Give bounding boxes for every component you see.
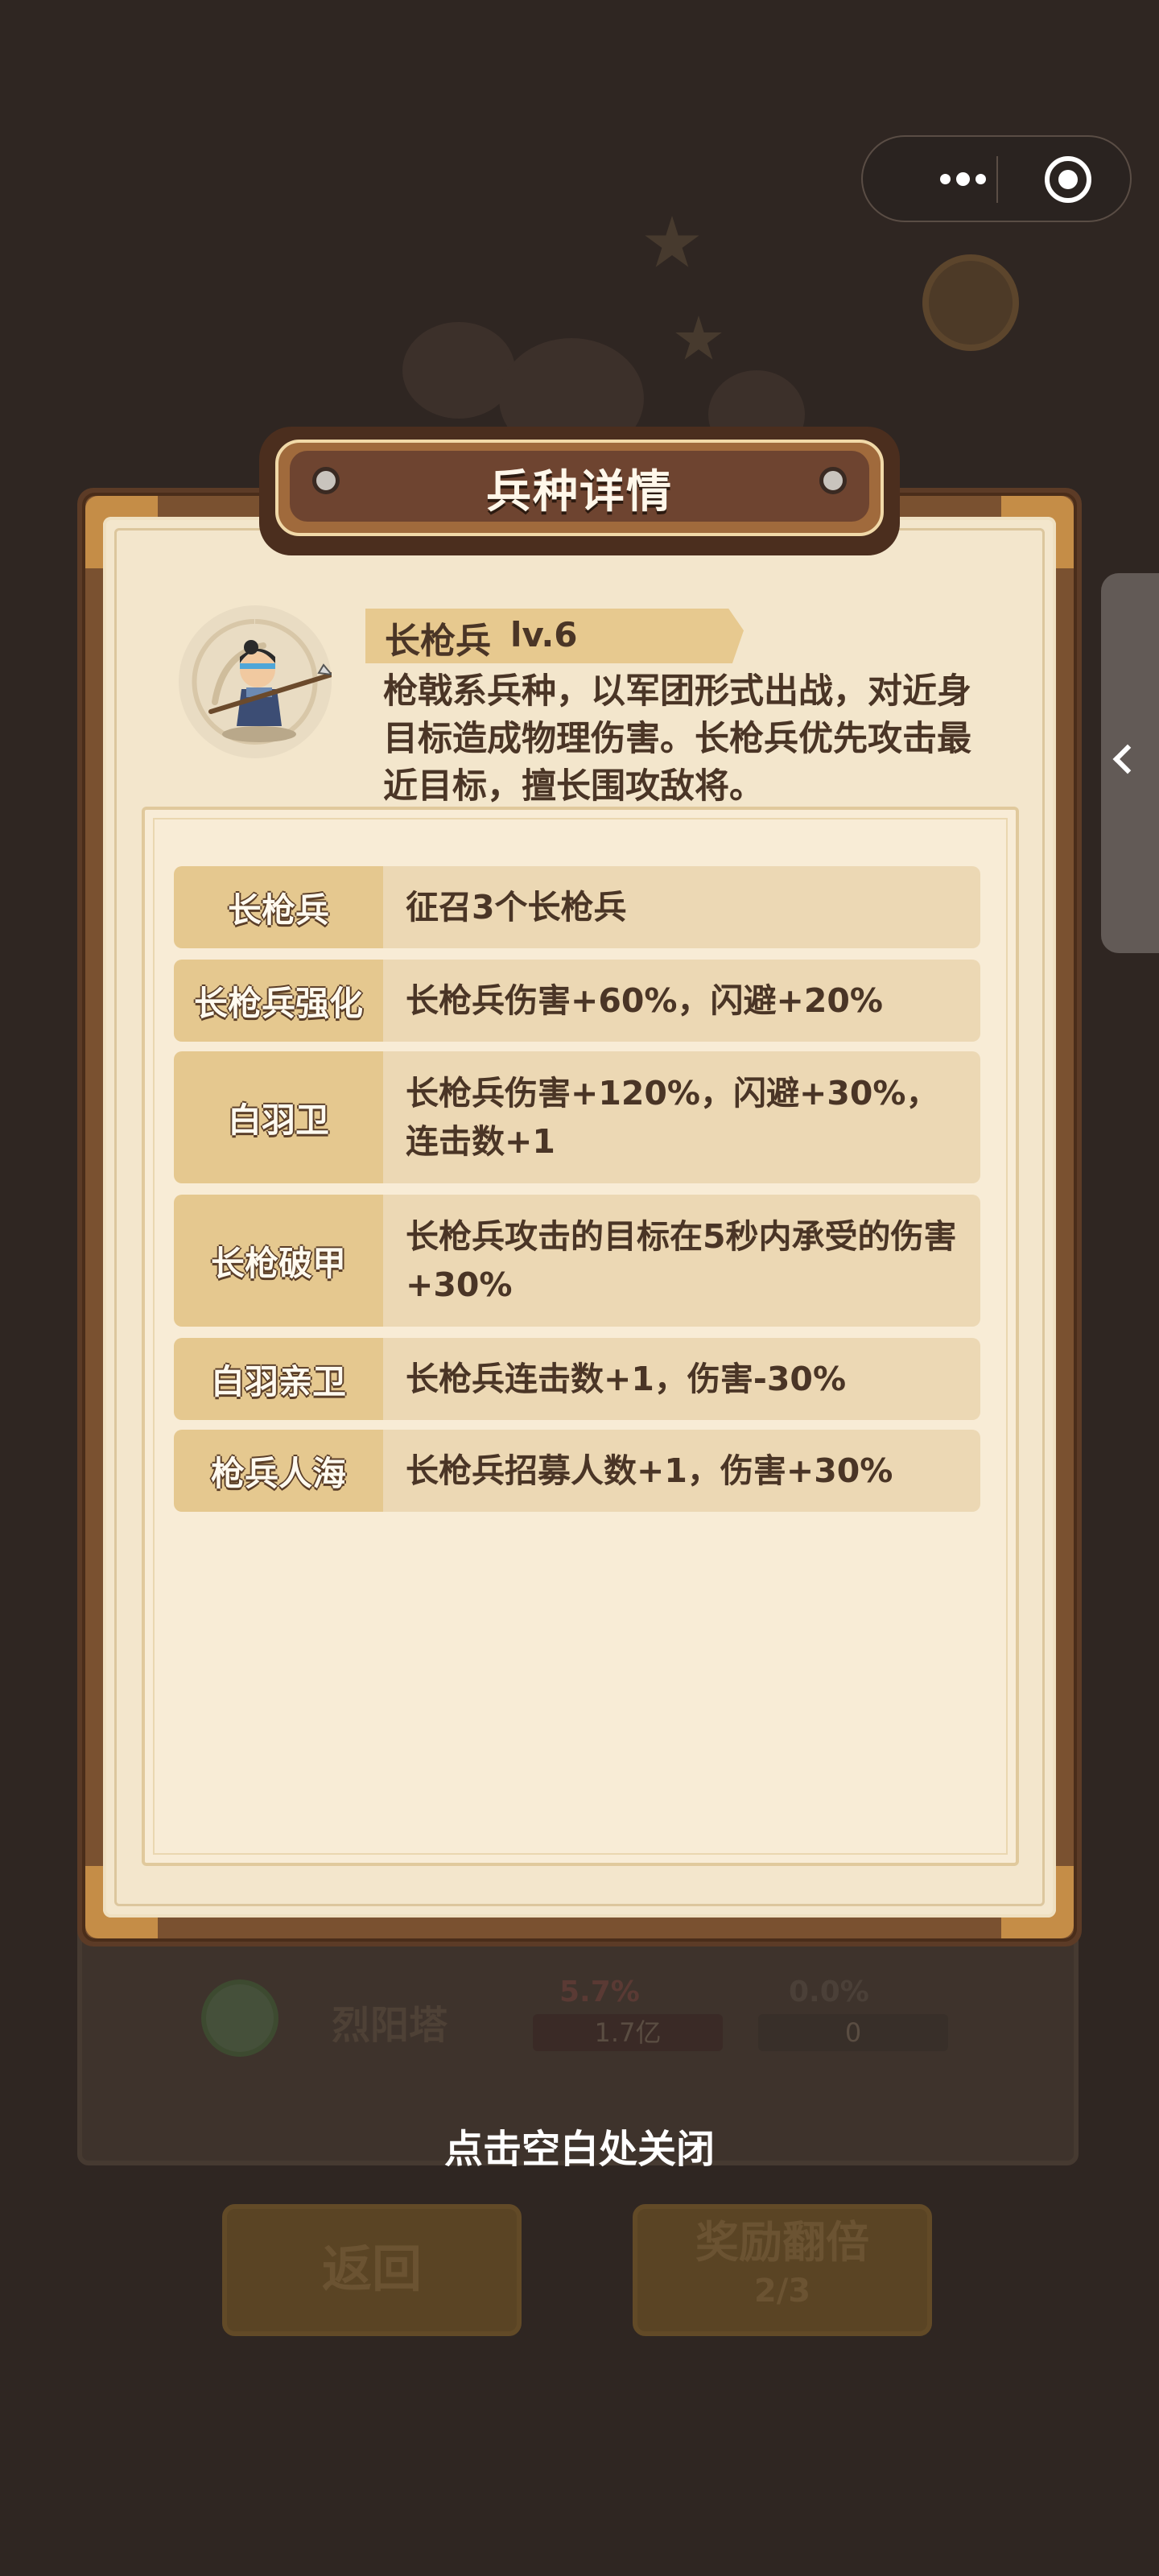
more-dot-icon	[940, 174, 951, 184]
skill-row: 长枪兵强化 长枪兵伤害+60%，闪避+20%	[174, 960, 980, 1042]
skill-row: 枪兵人海 长枪兵招募人数+1，伤害+30%	[174, 1430, 980, 1512]
skill-name: 枪兵人海	[174, 1430, 383, 1512]
reward-double-label: 奖励翻倍	[695, 2217, 869, 2268]
exit-mini-program-button[interactable]	[1045, 156, 1091, 203]
modal-title-banner: 兵种详情	[259, 427, 900, 555]
skill-effect: 长枪兵伤害+120%，闪避+30%，连击数+1	[383, 1051, 980, 1183]
unit-name: 长枪兵	[385, 621, 491, 662]
mini-program-capsule	[861, 135, 1132, 222]
unit-level: lv.6	[510, 615, 578, 654]
skill-effect: 长枪兵伤害+60%，闪避+20%	[383, 960, 980, 1042]
more-dot-icon	[956, 172, 970, 186]
character-silhouette	[402, 322, 515, 419]
skill-name: 长枪破甲	[174, 1195, 383, 1327]
back-button: 返回	[222, 2204, 522, 2336]
skill-name: 长枪兵强化	[174, 960, 383, 1042]
skill-effect: 征召3个长枪兵	[383, 866, 980, 948]
share-icon	[922, 254, 1019, 351]
close-hint[interactable]: 点击空白处关闭	[0, 2117, 1159, 2174]
skill-name: 白羽亲卫	[174, 1338, 383, 1420]
unit-portrait	[179, 605, 332, 758]
reward-double-button: 奖励翻倍 2/3	[633, 2204, 932, 2336]
skill-effect: 长枪兵攻击的目标在5秒内承受的伤害+30%	[383, 1195, 980, 1327]
skill-name: 长枪兵	[174, 866, 383, 948]
side-drawer-tab[interactable]	[1101, 573, 1159, 953]
more-menu-button[interactable]	[905, 137, 1017, 221]
stats-row: 烈阳塔 5.7% 0.0% 1.7亿 0	[121, 1975, 1030, 2064]
skill-name: 白羽卫	[174, 1051, 383, 1183]
capsule-divider	[996, 156, 998, 203]
skill-row: 长枪兵 征召3个长枪兵	[174, 866, 980, 948]
skill-row: 白羽亲卫 长枪兵连击数+1，伤害-30%	[174, 1338, 980, 1420]
reward-double-count: 2/3	[753, 2273, 811, 2310]
more-dot-icon	[975, 174, 986, 184]
unit-description: 枪戟系兵种，以军团形式出战，对近身目标造成物理伤害。长枪兵优先攻击最近目标，擅长…	[383, 671, 971, 805]
tower-avatar	[201, 1979, 278, 2057]
modal-title: 兵种详情	[486, 466, 673, 518]
skill-effect: 长枪兵连击数+1，伤害-30%	[383, 1338, 980, 1420]
chevron-left-icon	[1112, 744, 1143, 774]
star-icon	[675, 316, 722, 360]
star-icon	[645, 216, 699, 267]
skill-effect: 长枪兵招募人数+1，伤害+30%	[383, 1430, 980, 1512]
skill-row: 长枪破甲 长枪兵攻击的目标在5秒内承受的伤害+30%	[174, 1195, 980, 1327]
skill-row: 白羽卫 长枪兵伤害+120%，闪避+30%，连击数+1	[174, 1051, 980, 1183]
